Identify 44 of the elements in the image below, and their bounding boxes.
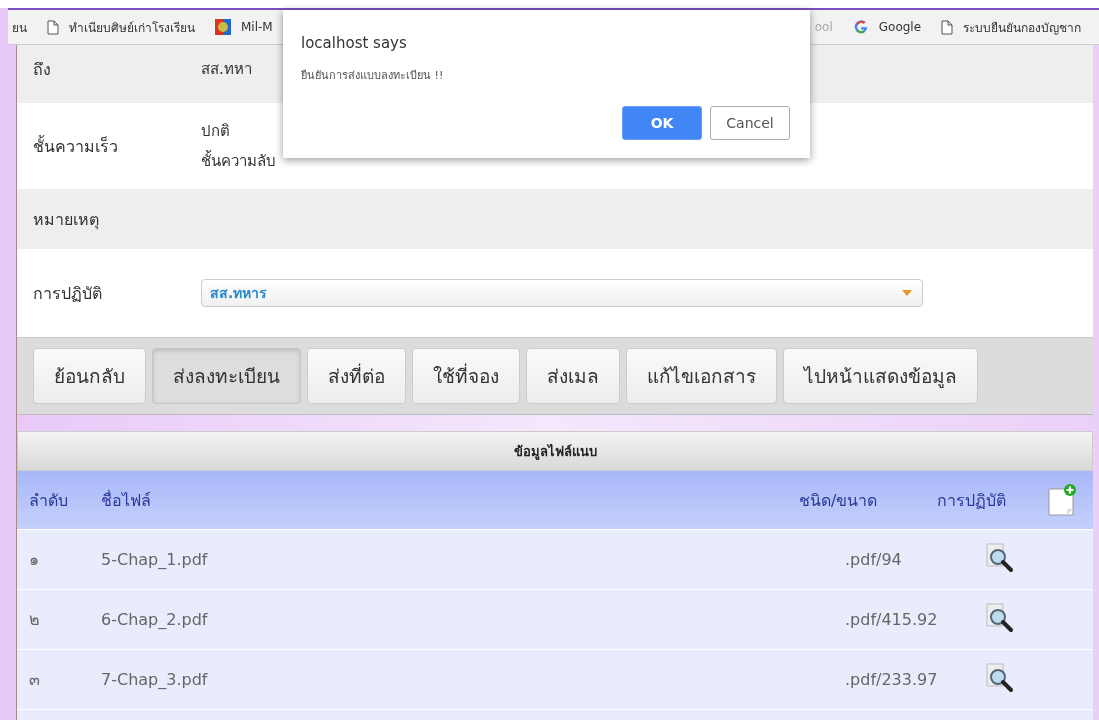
field-value: ชั้นความลับ: [201, 149, 276, 172]
page-icon: [941, 19, 954, 35]
field-value: สส.ทหา: [201, 59, 252, 80]
action-button[interactable]: ส่งที่ต่อ: [307, 348, 406, 404]
action-select[interactable]: สส.ทหาร: [201, 279, 923, 307]
column-header: ชื่อไฟล์: [101, 489, 152, 512]
bookmark-link[interactable]: ยน: [12, 17, 27, 37]
table-cell-text: .pdf/415.92: [845, 610, 939, 629]
action-button[interactable]: ไปหน้าแสดงข้อมูล: [783, 348, 978, 404]
cancel-button[interactable]: Cancel: [710, 106, 790, 140]
field-label: ชั้นความเร็ว: [33, 134, 119, 158]
field-label: หมายเหตุ: [33, 208, 100, 232]
column-header: ชนิด/ขนาด: [799, 489, 879, 512]
table-cell-text: ๑: [28, 549, 40, 571]
table-cell-text: ๒: [28, 609, 41, 631]
table-cell-text: .pdf/233.97: [845, 670, 939, 689]
table-cell-text: .pdf/94: [845, 550, 903, 569]
table-cell-text: ๓: [28, 669, 41, 691]
bookmark-link[interactable]: ระบบยืนยันกองบัญชาก: [963, 17, 1082, 37]
action-button[interactable]: ย้อนกลับ: [33, 348, 146, 404]
dialog-title: localhost says: [301, 34, 407, 52]
dialog-message: ยืนยันการส่งแบบลงทะเบียน !!: [301, 68, 444, 84]
ok-button[interactable]: OK: [622, 106, 702, 140]
bookmark-link[interactable]: Google: [878, 20, 922, 34]
bookmark-link[interactable]: Mil-M: [241, 20, 273, 34]
action-button[interactable]: ส่งลงทะเบียน: [152, 348, 301, 404]
table-cell-text: 5-Chap_1.pdf: [101, 550, 209, 569]
table-cell-text: 6-Chap_2.pdf: [101, 610, 209, 629]
action-button[interactable]: ใช้ที่จอง: [412, 348, 520, 404]
emblem-icon: [215, 19, 231, 35]
table-title: ข้อมูลไฟล์แนบ: [17, 431, 1093, 471]
action-button[interactable]: แก้ไขเอกสาร: [626, 348, 777, 404]
column-header: การปฏิบัติ: [937, 489, 1007, 512]
page-icon: [47, 19, 59, 35]
table-cell-text: 7-Chap_3.pdf: [101, 670, 209, 689]
bookmark-link[interactable]: ทำเนียบศิษย์เก่าโรงเรียน: [69, 17, 195, 37]
caret-icon: [902, 290, 912, 296]
add-file-icon[interactable]: [1047, 483, 1077, 517]
field-label: ถึง: [33, 59, 52, 81]
field-label: การปฏิบัติ: [33, 282, 103, 305]
action-button[interactable]: ส่งเมล: [526, 348, 620, 404]
google-icon: [852, 19, 869, 35]
column-header: ลำดับ: [28, 489, 69, 512]
field-value: ปกติ: [201, 121, 230, 142]
